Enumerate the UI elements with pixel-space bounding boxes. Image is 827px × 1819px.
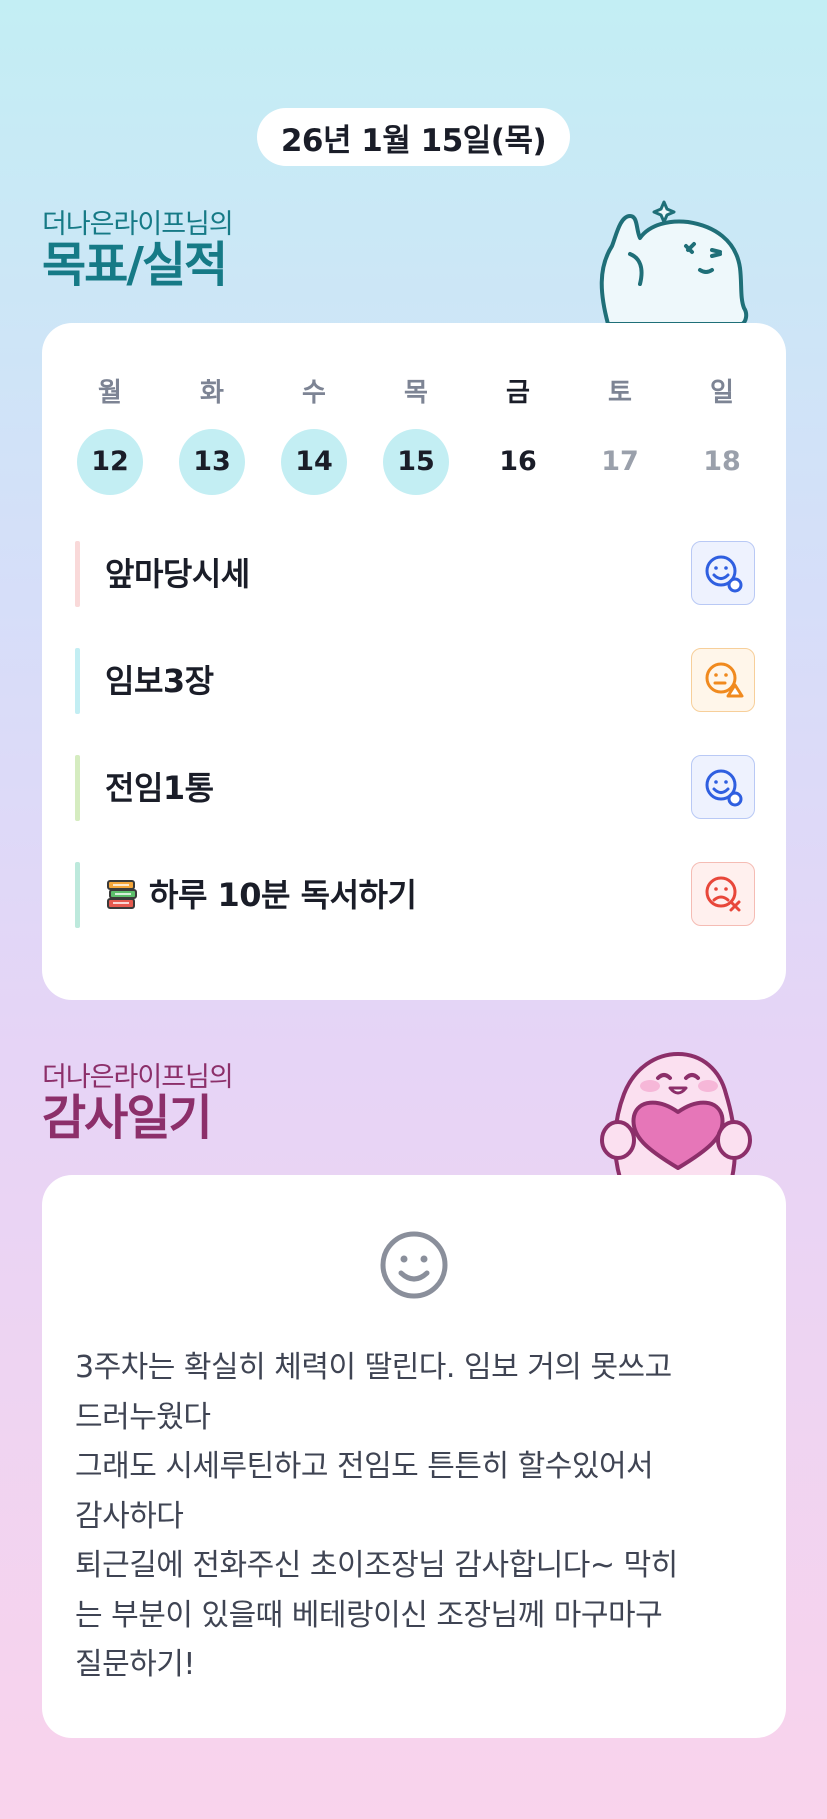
goal-item[interactable]: 하루 10분 독서하기 [75,862,755,928]
day-of-week-label: 목 [404,378,428,408]
goal-label: 임보3장 [105,648,214,714]
day-number: 18 [703,446,741,477]
goal-text: 하루 10분 독서하기 [149,876,417,914]
day-of-week-label: 일 [710,378,734,408]
thanks-subtitle: 더나은라이프님의 [42,1062,234,1093]
books-icon [105,878,139,912]
goal-color-bar [75,648,80,714]
date-selector[interactable]: 26년 1월 15일(목) [257,108,570,166]
goal-status-partial-icon[interactable] [691,648,755,712]
goal-item[interactable]: 임보3장 [75,648,755,714]
day-number: 12 [77,429,143,495]
goal-status-achieved-icon[interactable] [691,541,755,605]
calendar-day[interactable]: 금 16 [483,377,553,495]
day-number: 13 [179,429,245,495]
date-label: 26년 1월 15일(목) [280,122,547,159]
calendar-day[interactable]: 토 17 [585,377,655,495]
goals-subtitle: 더나은라이프님의 [42,209,234,240]
day-of-week-label: 월 [98,378,122,408]
gratitude-diary-card[interactable]: 3주차는 확실히 체력이 딸린다. 임보 거의 못쓰고 드러누웠다 그래도 시세… [42,1175,786,1738]
goal-color-bar [75,862,80,928]
day-of-week-label: 토 [608,378,632,408]
diary-entry-text: 3주차는 확실히 체력이 딸린다. 임보 거의 못쓰고 드러누웠다 그래도 시세… [75,1350,678,1682]
goal-label: 앞마당시세 [105,541,250,607]
goal-text: 전임1통 [105,769,214,807]
goal-text: 임보3장 [105,662,214,700]
calendar-day[interactable]: 월 12 [75,377,145,495]
goal-label: 전임1통 [105,755,214,821]
calendar-day[interactable]: 목 15 [381,377,451,495]
goal-text: 앞마당시세 [105,555,250,593]
day-of-week-label: 수 [302,378,326,408]
goal-item[interactable]: 앞마당시세 [75,541,755,607]
day-of-week-label: 금 [506,378,530,408]
calendar-day[interactable]: 수 14 [279,377,349,495]
day-number: 16 [499,446,537,477]
smile-icon [380,1231,448,1299]
goal-status-failed-icon[interactable] [691,862,755,926]
goal-status-achieved-icon[interactable] [691,755,755,819]
thanks-title: 감사일기 [42,1090,213,1146]
day-number: 14 [281,429,347,495]
calendar-day[interactable]: 화 13 [177,377,247,495]
goal-color-bar [75,541,80,607]
goals-card: 월 12 화 13 수 14 목 15 금 16 토 17 일 18 앞마당시세임보3장전임1통하루 10… [42,323,786,1000]
mascot-ghost-illustration [599,200,749,326]
goal-label: 하루 10분 독서하기 [105,862,417,928]
day-number: 15 [383,429,449,495]
goals-title: 목표/실적 [42,237,228,293]
goal-item[interactable]: 전임1통 [75,755,755,821]
day-of-week-label: 화 [200,378,224,408]
goals-section-header: 더나은라이프님의 목표/실적 [42,209,234,293]
goal-color-bar [75,755,80,821]
mascot-heart-illustration [600,1052,752,1178]
calendar-day[interactable]: 일 18 [687,377,757,495]
thanks-section-header: 더나은라이프님의 감사일기 [42,1062,234,1146]
day-number: 17 [601,446,639,477]
